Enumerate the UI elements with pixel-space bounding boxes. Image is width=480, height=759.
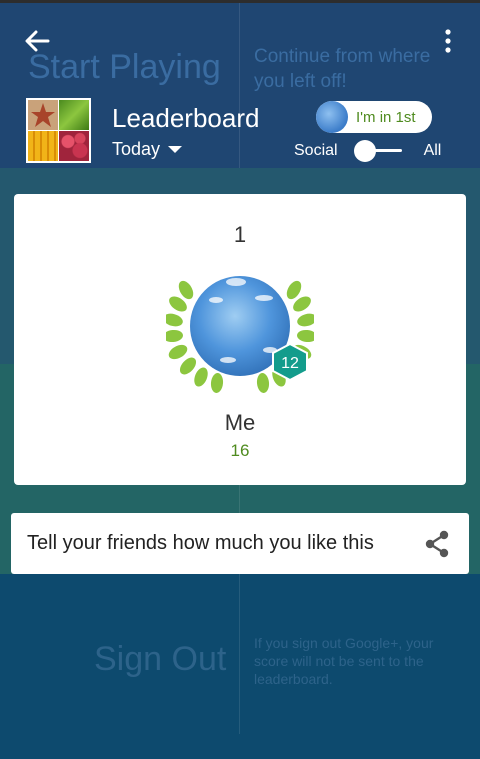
berries-tile	[59, 131, 89, 161]
laurel-avatar: 12	[166, 276, 314, 393]
social-all-toggle-row: Social All	[294, 140, 441, 162]
player-score: 16	[230, 441, 250, 460]
player-name: Me	[224, 410, 256, 435]
share-prompt-text: Tell your friends how much you like this	[27, 532, 374, 554]
background-divider	[239, 574, 240, 734]
overflow-menu-button[interactable]	[436, 26, 460, 56]
leaf-tile	[59, 100, 89, 130]
background-divider	[239, 485, 240, 513]
rank-number: 1	[233, 222, 247, 247]
arrow-left-icon	[25, 30, 50, 52]
sign-out-note: If you sign out Google+, your score will…	[254, 635, 434, 687]
background-divider	[239, 0, 240, 168]
dropdown-caret-icon	[168, 146, 183, 153]
social-all-switch[interactable]	[353, 140, 404, 162]
back-button[interactable]	[22, 26, 52, 56]
leaderboard-title: Leaderboard	[112, 103, 260, 133]
corn-tile	[28, 131, 58, 161]
continue-text: Continue from where you left off!	[254, 46, 431, 92]
share-icon	[425, 530, 449, 558]
status-bar-edge	[0, 0, 480, 3]
avatar	[316, 101, 348, 133]
start-playing-text: Start Playing	[28, 48, 221, 86]
starfish-tile	[28, 100, 58, 130]
all-label: All	[423, 142, 442, 159]
share-button[interactable]	[422, 528, 452, 560]
im-in-first-label: I'm in 1st	[356, 108, 416, 126]
social-label: Social	[294, 142, 338, 159]
level-badge: 12	[272, 342, 308, 382]
more-vert-icon	[445, 29, 451, 53]
game-icon	[26, 98, 91, 163]
level-number: 12	[281, 355, 299, 372]
switch-knob[interactable]	[353, 140, 376, 162]
sign-out-text: Sign Out	[94, 640, 227, 678]
time-filter-label: Today	[112, 139, 161, 159]
time-filter-dropdown[interactable]: Today	[112, 139, 183, 160]
im-in-first-button[interactable]: I'm in 1st	[316, 101, 432, 133]
starfish-icon	[31, 103, 55, 127]
